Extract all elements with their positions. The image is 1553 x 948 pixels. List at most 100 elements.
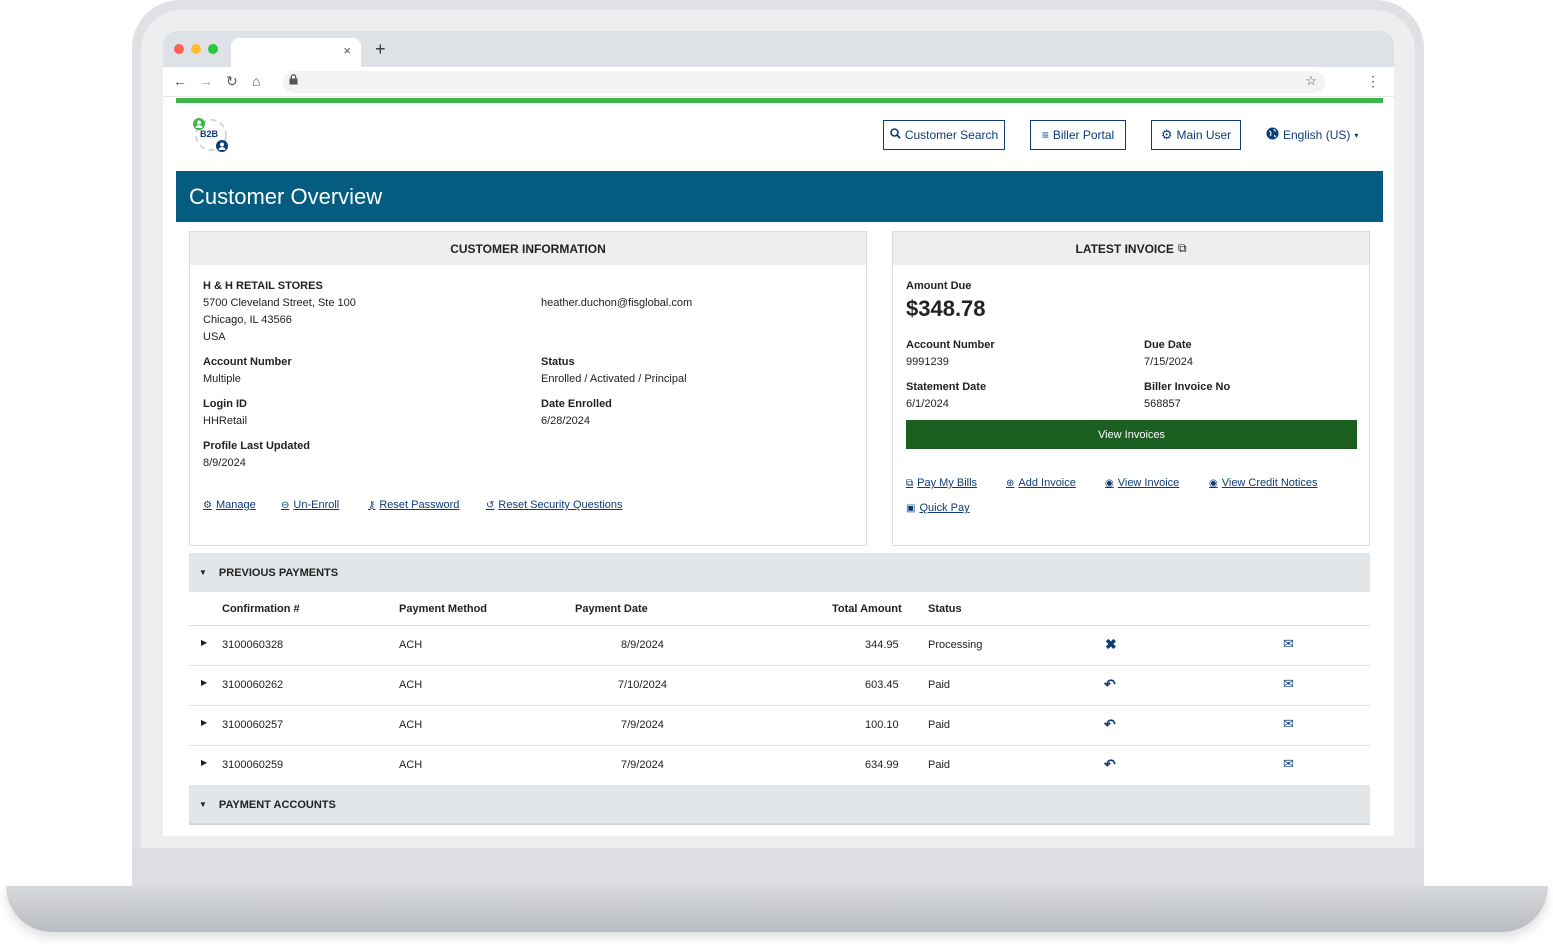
pay-my-bills-link[interactable]: ⧉ Pay My Bills [906, 477, 977, 489]
unenroll-link[interactable]: ⊖ Un-Enroll [281, 499, 339, 511]
gear-icon: ⚙ [1160, 127, 1173, 142]
maximize-window-dot[interactable] [208, 44, 218, 54]
customer-search-label: Customer Search [904, 128, 999, 142]
browser-menu-icon[interactable]: ⋮ [1366, 73, 1380, 90]
table-row[interactable]: ▶ 3100060259 ACH 7/9/2024 634.99 Paid ↶ … [189, 746, 1370, 786]
col-payment-date[interactable]: Payment Date [575, 603, 648, 615]
payment-date: 8/9/2024 [621, 639, 664, 651]
reverse-icon[interactable]: ↶ [1104, 716, 1116, 733]
col-total-amount[interactable]: Total Amount [832, 603, 902, 615]
email-icon[interactable]: ✉ [1283, 716, 1294, 732]
home-icon[interactable]: ⌂ [252, 73, 260, 89]
cancel-icon[interactable]: ✖ [1105, 636, 1117, 653]
email-icon[interactable]: ✉ [1283, 756, 1294, 772]
payment-status: Paid [928, 719, 951, 731]
app-header: B2B Customer Search ≡ Biller Portal ⚙ Ma… [176, 103, 1383, 171]
expand-row-icon[interactable]: ▶ [201, 758, 207, 767]
add-invoice-link[interactable]: ⊕ Add Invoice [1006, 477, 1076, 489]
biller-portal-button[interactable]: ≡ Biller Portal [1030, 120, 1126, 150]
previous-payments-toggle[interactable]: ▼ PREVIOUS PAYMENTS [189, 553, 1370, 592]
quick-pay-link[interactable]: ▣ Quick Pay [906, 502, 970, 514]
reset-password-label: Reset Password [379, 499, 460, 511]
email-icon[interactable]: ✉ [1283, 636, 1294, 652]
view-invoice-label: View Invoice [1117, 477, 1180, 489]
expand-row-icon[interactable]: ▶ [201, 718, 207, 727]
pay-bills-icon: ⧉ [906, 477, 914, 489]
bookmark-star-icon[interactable]: ☆ [1305, 73, 1317, 89]
globe-icon [1266, 127, 1279, 143]
biller-invoice-label: Biller Invoice No [1144, 381, 1231, 393]
b2b-logo[interactable]: B2B [191, 115, 231, 155]
language-selector[interactable]: English (US) ▾ [1266, 127, 1358, 143]
money-icon: ▣ [906, 502, 916, 514]
new-tab-icon[interactable]: + [375, 39, 386, 60]
table-row[interactable]: ▶ 3100060262 ACH 7/10/2024 603.45 Paid ↶… [189, 666, 1370, 706]
minimize-window-dot[interactable] [191, 44, 201, 54]
payment-status: Processing [928, 639, 983, 651]
quick-pay-label: Quick Pay [919, 502, 970, 514]
col-payment-method[interactable]: Payment Method [399, 603, 487, 615]
add-invoice-label: Add Invoice [1018, 477, 1076, 489]
reset-security-questions-link[interactable]: ↺ Reset Security Questions [486, 499, 623, 511]
eye-icon: ◉ [1209, 477, 1218, 489]
page-title: Customer Overview [176, 171, 1383, 222]
total-amount: 603.45 [865, 679, 899, 691]
profile-updated-value: 8/9/2024 [203, 457, 246, 469]
laptop-hinge [132, 848, 1424, 888]
customer-search-button[interactable]: Customer Search [883, 120, 1005, 150]
view-credit-notices-link[interactable]: ◉ View Credit Notices [1209, 477, 1318, 489]
minus-circle-icon: ⊖ [281, 499, 290, 511]
payment-accounts-toggle[interactable]: ▼ PAYMENT ACCOUNTS [189, 786, 1370, 825]
payment-method: ACH [399, 639, 423, 651]
expand-row-icon[interactable]: ▶ [201, 638, 207, 647]
payment-date: 7/10/2024 [618, 679, 667, 691]
profile-updated-label: Profile Last Updated [203, 440, 310, 452]
statement-date-label: Statement Date [906, 381, 987, 393]
browser-tab[interactable]: × [231, 38, 361, 67]
biller-invoice-value: 568857 [1144, 398, 1181, 410]
main-user-label: Main User [1176, 128, 1232, 142]
expand-row-icon[interactable]: ▶ [201, 678, 207, 687]
payment-accounts-heading: PAYMENT ACCOUNTS [218, 798, 336, 811]
tab-close-icon[interactable]: × [343, 43, 351, 58]
total-amount: 344.95 [865, 639, 899, 651]
view-invoice-link[interactable]: ◉ View Invoice [1105, 477, 1179, 489]
back-icon[interactable]: ← [173, 73, 187, 89]
close-window-dot[interactable] [174, 44, 184, 54]
unenroll-label: Un-Enroll [293, 499, 340, 511]
col-confirmation[interactable]: Confirmation # [222, 603, 300, 615]
laptop-base [6, 886, 1548, 932]
undo-icon: ↺ [486, 499, 495, 511]
table-row[interactable]: ▶ 3100060257 ACH 7/9/2024 100.10 Paid ↶ … [189, 706, 1370, 746]
confirmation-number: 3100060257 [222, 719, 284, 731]
reload-icon[interactable]: ↻ [226, 73, 238, 90]
email-icon[interactable]: ✉ [1283, 676, 1294, 692]
payment-status: Paid [928, 759, 951, 771]
login-id-label: Login ID [203, 398, 247, 410]
view-invoices-button[interactable]: View Invoices [906, 420, 1357, 449]
confirmation-number: 3100060262 [222, 679, 284, 691]
main-user-button[interactable]: ⚙ Main User [1151, 120, 1241, 150]
language-label: English (US) [1283, 128, 1351, 142]
payment-method: ACH [399, 679, 423, 691]
url-field[interactable]: ☆ [283, 71, 1325, 93]
forward-icon[interactable]: → [199, 73, 213, 89]
reset-password-link[interactable]: ⚷ Reset Password [368, 499, 459, 511]
payment-method: ACH [399, 759, 423, 771]
latest-invoice-heading-wrap: LATEST INVOICE ⧉ [893, 232, 1369, 265]
amount-due-label: Amount Due [906, 280, 972, 292]
confirmation-number: 3100060328 [222, 639, 284, 651]
confirmation-number: 3100060259 [222, 759, 284, 771]
reverse-icon[interactable]: ↶ [1104, 756, 1116, 773]
pay-my-bills-label: Pay My Bills [917, 477, 978, 489]
search-icon [890, 128, 901, 142]
reverse-icon[interactable]: ↶ [1104, 676, 1116, 693]
col-status[interactable]: Status [928, 603, 962, 615]
logo-text: B2B [200, 129, 219, 139]
copy-icon[interactable]: ⧉ [1178, 241, 1187, 256]
manage-link[interactable]: ⚙ Manage [203, 499, 256, 511]
browser-window: × + ← → ↻ ⌂ ☆ ⋮ B2B Customer Search ≡ Bi… [163, 31, 1394, 836]
caret-down-icon: ▼ [199, 800, 207, 809]
table-row[interactable]: ▶ 3100060328 ACH 8/9/2024 344.95 Process… [189, 626, 1370, 666]
key-icon: ⚷ [368, 499, 376, 511]
